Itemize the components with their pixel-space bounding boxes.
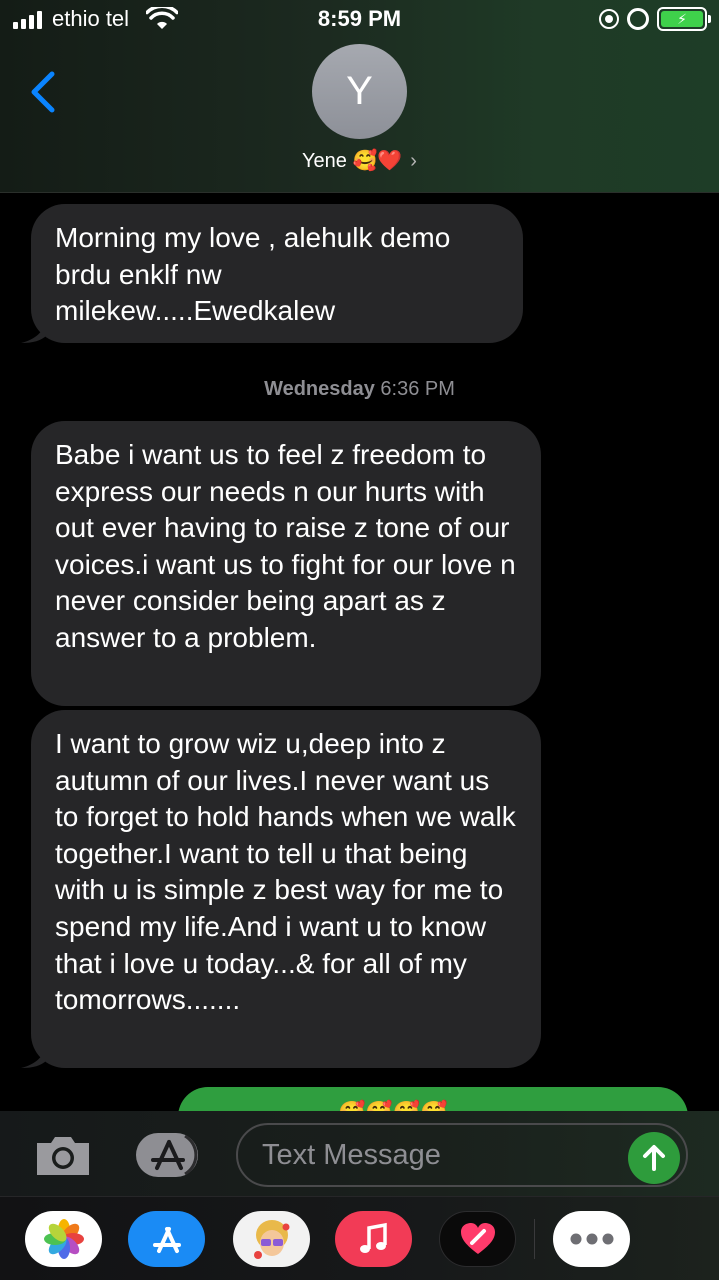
- timestamp-time: 6:36 PM: [380, 378, 455, 400]
- memoji-icon: [253, 1220, 289, 1259]
- alarm-icon: [627, 8, 649, 30]
- incoming-message[interactable]: I want to grow wiz u,deep into z autumn …: [21, 710, 541, 1068]
- bubble-tail: [21, 321, 47, 343]
- compose-bar: [0, 1111, 719, 1196]
- message-text: Morning my love , alehulk demo brdu enkl…: [55, 222, 451, 327]
- status-bar: ethio tel 8:59 PM ⚡: [0, 0, 719, 40]
- camera-icon[interactable]: [33, 1133, 93, 1177]
- status-indicators: ⚡: [599, 7, 711, 31]
- chevron-right-icon: ›: [410, 150, 417, 172]
- app-store-icon: [152, 1227, 181, 1253]
- incoming-message[interactable]: Babe i want us to feel z freedom to expr…: [31, 421, 541, 706]
- photos-app-button[interactable]: [25, 1211, 102, 1267]
- back-chevron-icon[interactable]: [26, 68, 62, 116]
- more-apps-button[interactable]: [553, 1211, 630, 1267]
- contact-avatar[interactable]: Y: [312, 44, 407, 139]
- drawer-divider: [534, 1219, 535, 1259]
- orientation-lock-icon: [599, 9, 619, 29]
- timestamp-day: Wednesday: [264, 378, 375, 400]
- digital-touch-button[interactable]: [439, 1211, 516, 1267]
- message-input[interactable]: [236, 1123, 688, 1187]
- message-text: Babe i want us to feel z freedom to expr…: [55, 439, 516, 653]
- app-store-button[interactable]: [128, 1211, 205, 1267]
- contact-name-button[interactable]: Yene 🥰❤️ ›: [0, 148, 719, 173]
- contact-name: Yene 🥰❤️: [302, 150, 403, 172]
- message-text: I want to grow wiz u,deep into z autumn …: [55, 728, 516, 1016]
- app-store-apps-icon[interactable]: [135, 1130, 201, 1180]
- photos-icon: [43, 1219, 84, 1259]
- bubble-tail: [21, 1046, 47, 1068]
- imessage-app-drawer: [0, 1196, 719, 1280]
- battery-charging-icon: ⚡: [657, 7, 711, 31]
- conversation-header: ethio tel 8:59 PM ⚡ Y Yene 🥰❤️ ›: [0, 0, 719, 193]
- send-button[interactable]: [628, 1132, 680, 1184]
- message-timestamp: Wednesday 6:36 PM: [0, 378, 719, 401]
- memoji-button[interactable]: [233, 1211, 310, 1267]
- incoming-message[interactable]: Morning my love , alehulk demo brdu enkl…: [21, 204, 523, 343]
- music-button[interactable]: [335, 1211, 412, 1267]
- fitness-heart-icon: [460, 1223, 495, 1254]
- more-icon: [570, 1233, 613, 1245]
- music-icon: [359, 1222, 387, 1253]
- arrow-up-icon: [643, 1145, 665, 1171]
